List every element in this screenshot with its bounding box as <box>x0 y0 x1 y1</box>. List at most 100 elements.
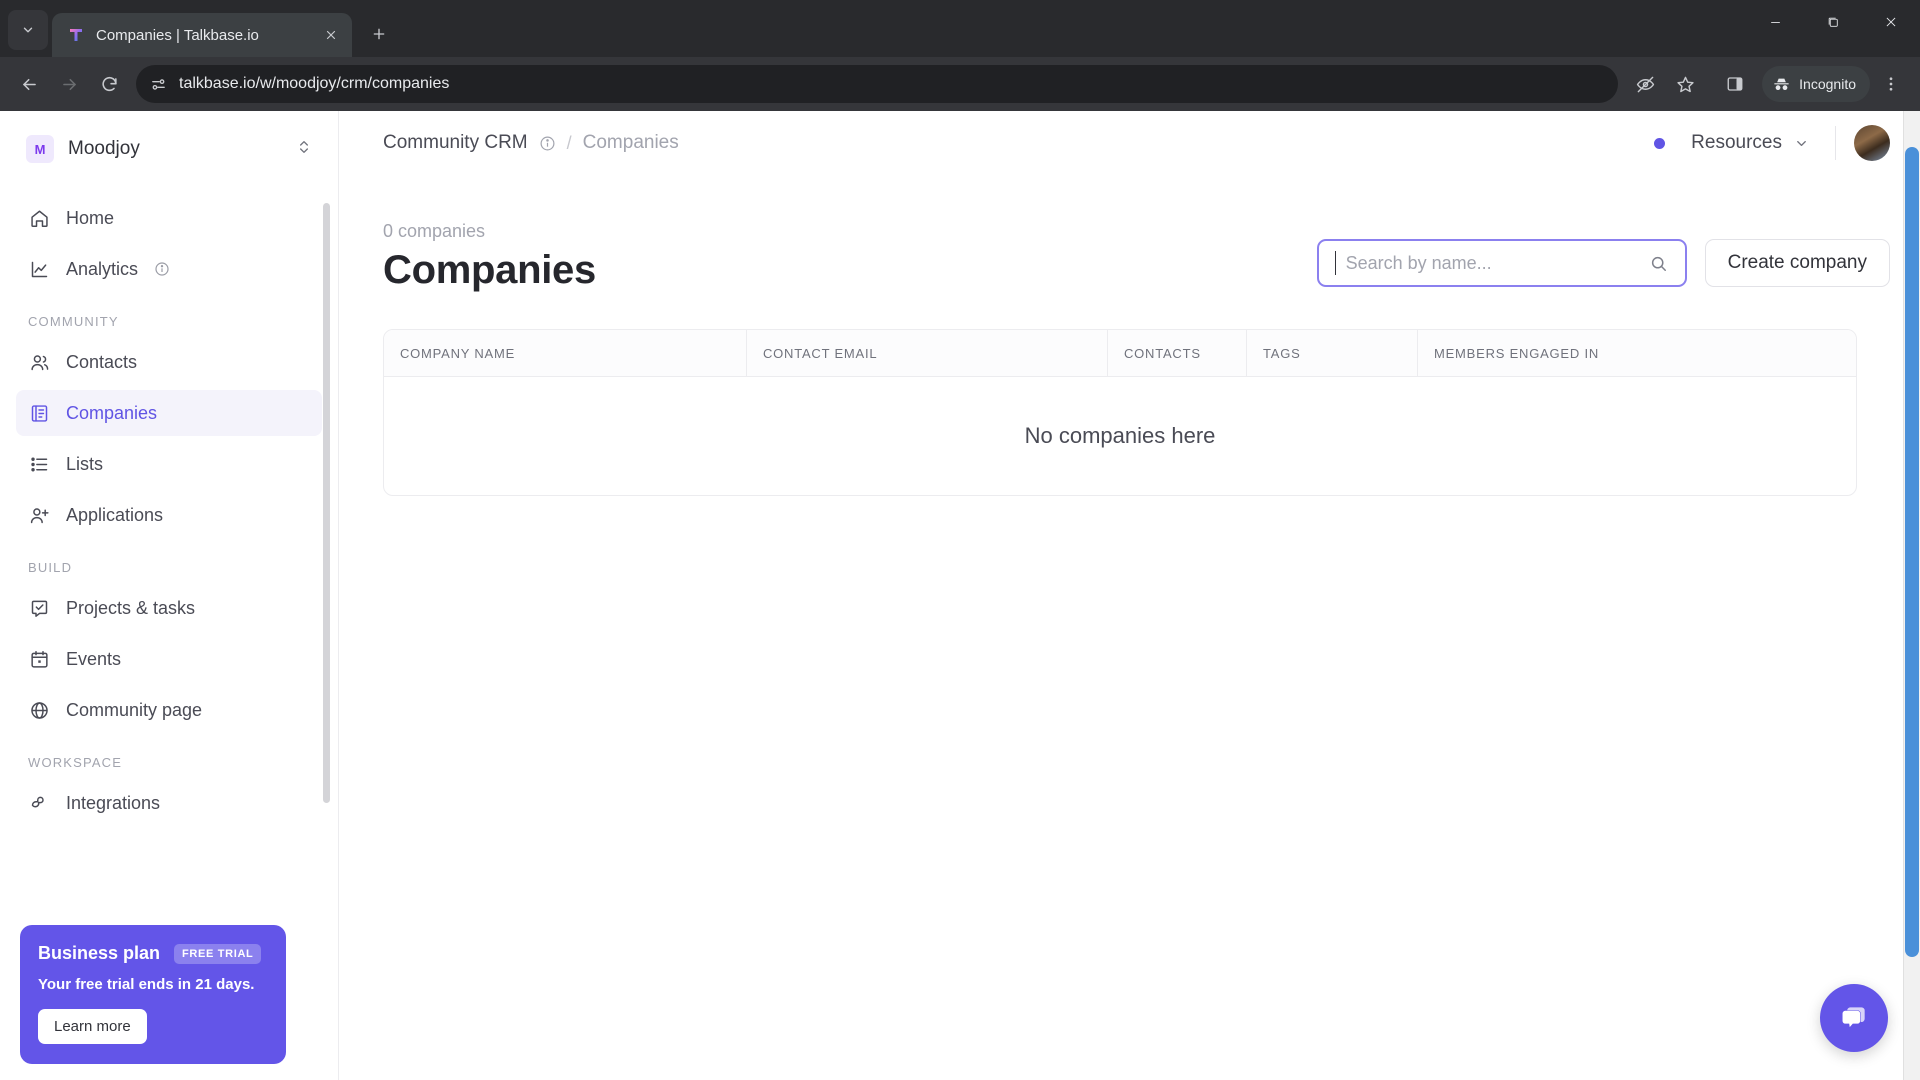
page-title: Companies <box>383 248 596 292</box>
chat-bubble-icon[interactable] <box>1820 984 1888 1052</box>
text-caret <box>1334 251 1336 275</box>
sidebar-item-lists[interactable]: Lists <box>16 441 322 487</box>
reload-icon[interactable] <box>90 65 128 103</box>
column-header-members-engaged-in[interactable]: MEMBERS ENGAGED IN <box>1418 330 1856 377</box>
minimize-icon[interactable] <box>1746 0 1804 44</box>
avatar[interactable] <box>1854 125 1890 161</box>
window-close-icon[interactable] <box>1862 0 1920 44</box>
workspace-name: Moodjoy <box>68 138 140 159</box>
browser-tab[interactable]: Companies | Talkbase.io <box>52 13 352 57</box>
sidebar-item-label: Analytics <box>66 258 139 279</box>
list-icon <box>28 453 50 475</box>
users-icon <box>28 351 50 373</box>
maximize-icon[interactable] <box>1804 0 1862 44</box>
resources-menu[interactable]: Resources <box>1683 126 1817 160</box>
home-icon <box>28 207 50 229</box>
tab-close-icon[interactable] <box>320 24 342 46</box>
page-body: 0 companies Companies Create company <box>339 175 1920 496</box>
address-bar-url: talkbase.io/w/moodjoy/crm/companies <box>179 75 450 92</box>
new-tab-button[interactable] <box>362 17 396 51</box>
plan-upgrade-card: Business plan FREE TRIAL Your free trial… <box>20 925 286 1064</box>
arrow-left-icon[interactable] <box>10 65 48 103</box>
sidebar-item-label: Companies <box>66 402 158 423</box>
breadcrumb: Community CRM / Companies <box>383 132 1654 154</box>
empty-state-message: No companies here <box>1024 423 1216 448</box>
plan-header: Business plan FREE TRIAL <box>38 943 268 964</box>
info-circle-icon[interactable] <box>539 135 556 152</box>
sidebar-item-label: Community page <box>66 699 203 720</box>
analytics-chart-icon <box>28 258 50 280</box>
breadcrumb-root[interactable]: Community CRM <box>383 132 528 154</box>
companies-table: COMPANY NAME CONTACT EMAIL CONTACTS TAGS… <box>383 329 1857 496</box>
browser-tab-strip: Companies | Talkbase.io <box>0 0 1920 57</box>
main-content: Community CRM / Companies Resources 0 co… <box>339 111 1920 1080</box>
book-icon <box>28 402 50 424</box>
browser-toolbar: talkbase.io/w/moodjoy/crm/companies Inco… <box>0 57 1920 111</box>
sidebar-item-label: Projects & tasks <box>66 597 196 618</box>
table-header-row: COMPANY NAME CONTACT EMAIL CONTACTS TAGS… <box>384 330 1856 377</box>
web-page: M Moodjoy Home Analytics COMMUNITY Conta… <box>0 111 1920 1080</box>
breadcrumb-separator: / <box>566 132 572 153</box>
sidebar-item-label: Contacts <box>66 351 138 372</box>
window-controls <box>1746 0 1920 44</box>
browser-tab-title: Companies | Talkbase.io <box>96 26 259 44</box>
info-circle-icon[interactable] <box>154 261 170 277</box>
arrow-right-icon <box>50 65 88 103</box>
page-header-left: 0 companies Companies <box>383 221 1317 293</box>
sidebar-item-events[interactable]: Events <box>16 636 322 682</box>
learn-more-button[interactable]: Learn more <box>38 1009 147 1044</box>
search-box[interactable] <box>1316 239 1687 287</box>
calendar-icon <box>28 648 50 670</box>
sidebar-item-integrations[interactable]: Integrations <box>16 780 322 826</box>
notification-dot[interactable] <box>1654 137 1666 149</box>
talkbase-logo-icon <box>66 25 86 45</box>
globe-icon <box>28 699 50 721</box>
column-header-company-name[interactable]: COMPANY NAME <box>384 330 747 377</box>
eye-off-icon[interactable] <box>1626 65 1664 103</box>
sidebar-nav: Home Analytics COMMUNITY Contacts Compan… <box>0 183 338 826</box>
column-header-contact-email[interactable]: CONTACT EMAIL <box>747 330 1108 377</box>
page-header: 0 companies Companies Create company <box>383 221 1890 293</box>
table-body: No companies here <box>384 377 1856 495</box>
create-company-button[interactable]: Create company <box>1704 239 1890 287</box>
site-settings-icon[interactable] <box>150 76 167 93</box>
sidebar-item-label: Events <box>66 648 122 669</box>
workspace-switcher[interactable]: M Moodjoy <box>16 126 322 172</box>
sidebar-item-projects-tasks[interactable]: Projects & tasks <box>16 585 322 631</box>
column-header-contacts[interactable]: CONTACTS <box>1108 330 1247 377</box>
sidebar-item-companies[interactable]: Companies <box>16 390 322 436</box>
address-bar[interactable]: talkbase.io/w/moodjoy/crm/companies <box>136 65 1619 103</box>
sidebar-item-label: Integrations <box>66 792 161 813</box>
search-icon[interactable] <box>1649 254 1669 273</box>
browser-window: Companies | Talkbase.io talkbase.io/w/mo… <box>0 0 1920 1080</box>
tab-search-icon[interactable] <box>8 10 48 50</box>
search-input[interactable] <box>1345 252 1639 274</box>
integrations-icon <box>28 792 50 814</box>
sidebar-item-home[interactable]: Home <box>16 195 322 241</box>
sidebar-item-applications[interactable]: Applications <box>16 492 322 538</box>
column-header-tags[interactable]: TAGS <box>1247 330 1418 377</box>
sidebar-section-workspace: WORKSPACE <box>28 755 123 770</box>
chevron-down-icon <box>1794 136 1809 151</box>
side-panel-icon[interactable] <box>1716 65 1754 103</box>
incognito-indicator[interactable]: Incognito <box>1762 66 1870 102</box>
page-scrollbar-thumb[interactable] <box>1905 147 1919 957</box>
sidebar-scrollbar[interactable] <box>323 203 330 803</box>
sidebar-item-contacts[interactable]: Contacts <box>16 339 322 385</box>
sidebar-item-community-page[interactable]: Community page <box>16 687 322 733</box>
sidebar-item-analytics[interactable]: Analytics <box>16 246 322 292</box>
companies-count: 0 companies <box>383 221 486 241</box>
three-dot-menu-icon[interactable] <box>1872 65 1910 103</box>
page-header-actions: Create company <box>1316 239 1890 293</box>
plan-subtitle: Your free trial ends in 21 days. <box>38 976 255 993</box>
page-scrollbar-track[interactable] <box>1903 111 1920 1080</box>
star-icon[interactable] <box>1666 65 1704 103</box>
user-plus-icon <box>28 504 50 526</box>
sidebar-section-community: COMMUNITY <box>28 314 119 329</box>
incognito-icon <box>1772 75 1791 94</box>
sidebar-item-label: Lists <box>66 453 104 474</box>
resources-label: Resources <box>1691 132 1782 153</box>
sidebar-item-label: Home <box>66 207 115 228</box>
sidebar-nav-scroll: Home Analytics COMMUNITY Contacts Compan… <box>0 183 338 930</box>
top-bar: Community CRM / Companies Resources <box>339 111 1920 175</box>
